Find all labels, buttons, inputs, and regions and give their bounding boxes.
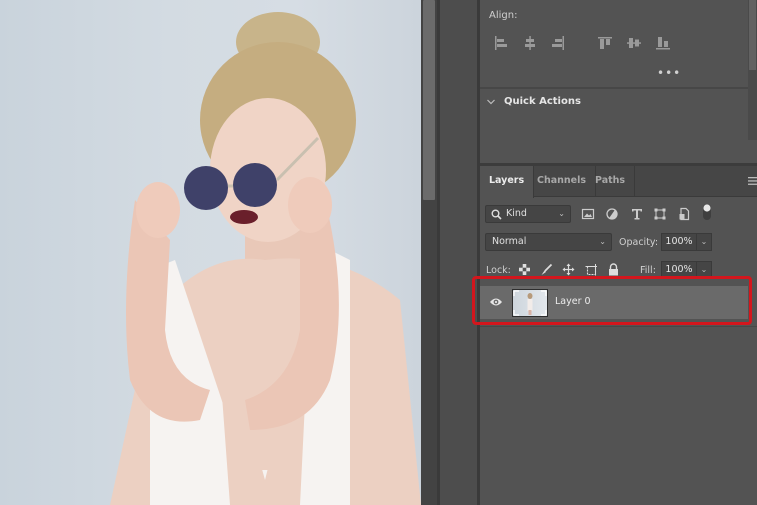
align-label: Align: <box>489 10 518 21</box>
lock-position-icon[interactable] <box>562 263 575 276</box>
align-horizontal-centers-icon[interactable] <box>522 35 538 51</box>
scrollbar-thumb[interactable] <box>749 0 756 70</box>
filter-kind-label: Kind <box>506 208 527 219</box>
align-vertical-centers-icon[interactable] <box>626 35 642 51</box>
align-top-edges-icon[interactable] <box>597 35 613 51</box>
document-canvas[interactable] <box>0 0 421 505</box>
filter-toggle-icon[interactable] <box>700 203 714 221</box>
align-left-edges-icon[interactable] <box>493 35 509 51</box>
scrollbar-thumb[interactable] <box>423 0 435 200</box>
blend-mode-dropdown[interactable]: Normal ⌄ <box>485 233 612 251</box>
lock-transparent-pixels-icon[interactable] <box>518 263 531 276</box>
quick-actions-label: Quick Actions <box>504 96 581 107</box>
search-icon <box>491 209 502 220</box>
opacity-label: Opacity: <box>619 237 659 248</box>
smart-object-filter-icon[interactable] <box>677 207 691 221</box>
pixel-layer-filter-icon[interactable] <box>581 207 595 221</box>
tab-paths[interactable]: Paths <box>586 166 636 197</box>
lock-artboard-icon[interactable] <box>585 263 598 276</box>
chevron-down-icon: ⌄ <box>558 209 565 218</box>
align-right-edges-icon[interactable] <box>550 35 566 51</box>
adjustment-layer-filter-icon[interactable] <box>605 207 619 221</box>
quick-actions-header[interactable]: Quick Actions <box>486 96 581 107</box>
panel-menu-icon[interactable] <box>748 177 757 185</box>
right-panel-dock: Align: ••• Quick Actions Layers Channels… <box>480 0 757 505</box>
properties-panel: Align: ••• Quick Actions <box>480 0 748 165</box>
properties-scrollbar[interactable] <box>748 0 757 140</box>
filter-kind-dropdown[interactable]: Kind ⌄ <box>485 205 571 223</box>
section-divider <box>480 87 748 89</box>
lock-all-icon[interactable] <box>607 263 620 276</box>
more-options-button[interactable]: ••• <box>657 66 681 80</box>
blend-mode-value: Normal <box>492 236 527 247</box>
layer-highlight-annotation <box>472 276 752 325</box>
opacity-slider-toggle[interactable]: ⌄ <box>696 233 712 251</box>
lock-image-pixels-icon[interactable] <box>540 263 553 276</box>
type-layer-filter-icon[interactable] <box>630 207 644 221</box>
chevron-down-icon: ⌄ <box>599 237 606 246</box>
opacity-input[interactable]: 100% <box>661 233 697 251</box>
chevron-down-icon <box>487 99 495 104</box>
woman-photo <box>110 12 421 505</box>
canvas-vertical-scrollbar[interactable] <box>421 0 437 505</box>
layers-panel-tabs: Layers Channels Paths <box>480 166 757 198</box>
fill-label: Fill: <box>640 265 656 276</box>
collapsed-panel-strip <box>440 0 477 505</box>
lock-label: Lock: <box>486 265 511 276</box>
layers-list-divider <box>480 326 757 327</box>
align-bottom-edges-icon[interactable] <box>655 35 671 51</box>
tab-layers[interactable]: Layers <box>480 166 535 198</box>
shape-layer-filter-icon[interactable] <box>653 207 667 221</box>
